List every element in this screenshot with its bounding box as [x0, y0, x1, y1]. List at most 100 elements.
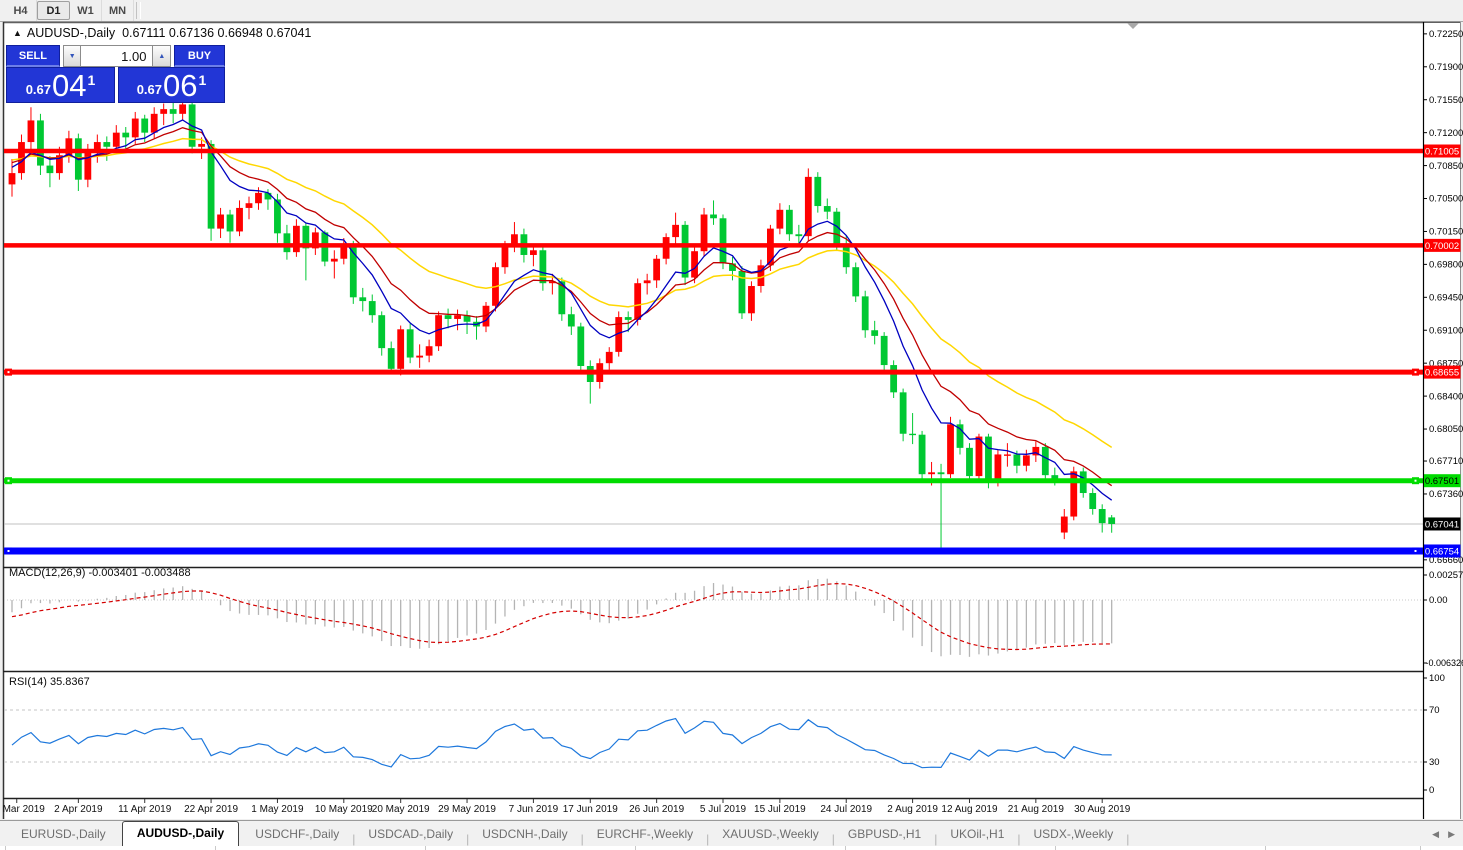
candle-body	[530, 250, 537, 255]
price-label-0.66754: 0.66754	[1424, 544, 1461, 557]
candle-body	[985, 437, 992, 482]
volume-increase-button[interactable]: ▲	[152, 45, 171, 67]
candle-body	[236, 208, 243, 232]
date-label: 22 Apr 2019	[184, 804, 238, 815]
mt4-terminal: H4D1W1MN 0.722500.719000.715500.712000.7…	[0, 0, 1463, 850]
chart-tab-usdx-weekly[interactable]: USDX-,Weekly	[1021, 823, 1127, 846]
buy-button[interactable]: BUY	[174, 45, 225, 67]
axis-tick-label: 0.71550	[1429, 95, 1463, 106]
buy-price-panel[interactable]: 0.67 06 1	[118, 67, 225, 103]
sell-price-prefix: 0.67	[26, 82, 51, 97]
candle-body	[103, 142, 110, 147]
chart-tab-bar: EURUSD-,Daily|AUDUSD-,Daily|USDCHF-,Dail…	[0, 820, 1463, 846]
axis-tick-label: 0	[1429, 785, 1434, 796]
date-label: 10 May 2019	[315, 804, 373, 815]
candle-body	[644, 280, 651, 283]
axis-tick-label: 0.71900	[1429, 62, 1463, 73]
candle-body	[653, 259, 660, 281]
candle-body	[160, 109, 167, 114]
chart-tab-usdchf-daily[interactable]: USDCHF-,Daily	[242, 823, 352, 846]
volume-decrease-button[interactable]: ▼	[63, 45, 82, 67]
macd-indicator-label: MACD(12,26,9) -0.003401 -0.003488	[9, 567, 191, 579]
axis-tick-label: 30	[1429, 757, 1440, 768]
candle-body	[995, 454, 1002, 481]
candle-body	[37, 120, 44, 165]
candle-body	[625, 317, 632, 320]
candle-body	[1061, 517, 1068, 533]
axis-tick-label: 0.71200	[1429, 128, 1463, 139]
candle-body	[170, 109, 177, 114]
arrow-down-icon: ▼	[69, 53, 76, 60]
price-label-0.68655: 0.68655	[1424, 366, 1461, 379]
chart-tab-usdcad-daily[interactable]: USDCAD-,Daily	[355, 823, 466, 846]
tab-scroll-right-icon[interactable]: ▶	[1448, 829, 1455, 840]
axis-tick-label: 0.002574	[1429, 570, 1463, 581]
candle-body	[416, 356, 423, 358]
date-label: 2 Aug 2019	[887, 804, 938, 815]
tab-scroll-left-icon[interactable]: ◀	[1432, 829, 1439, 840]
candle-body	[454, 315, 461, 319]
date-label: 2 Apr 2019	[54, 804, 103, 815]
date-label: 1 May 2019	[251, 804, 304, 815]
axis-tick-label: 0.00	[1429, 595, 1448, 606]
price-label-0.67501: 0.67501	[1424, 474, 1461, 487]
candle-body	[890, 365, 897, 392]
candle-body	[407, 329, 414, 357]
candle-body	[634, 283, 641, 320]
chart-tab-eurchf-weekly[interactable]: EURCHF-,Weekly	[584, 823, 706, 846]
candle-body	[132, 119, 139, 138]
axis-tick-label: 0.67710	[1429, 456, 1463, 467]
date-label: 17 Jun 2019	[563, 804, 618, 815]
svg-text:0.67501: 0.67501	[1425, 476, 1459, 487]
candle-body	[198, 144, 205, 147]
candle-body	[1099, 509, 1106, 523]
chart-tab-xauusd-weekly[interactable]: XAUUSD-,Weekly	[709, 823, 831, 846]
candle-body	[976, 437, 983, 477]
horizontal-line-0.66754[interactable]	[4, 547, 1423, 554]
axis-tick-label: 0.69450	[1429, 293, 1463, 304]
candle-body	[284, 233, 291, 252]
axis-tick-label: -0.006326	[1426, 658, 1463, 668]
candle-body	[151, 114, 158, 133]
candle-body	[710, 215, 717, 219]
tab-separator: |	[1126, 832, 1129, 846]
candle-body	[255, 193, 262, 203]
sell-price-panel[interactable]: 0.67 04 1	[6, 67, 115, 103]
candle-body	[28, 120, 35, 142]
price-label-0.71005: 0.71005	[1424, 145, 1461, 158]
rsi-indicator-label: RSI(14) 35.8367	[9, 676, 90, 688]
date-label: 11 Apr 2019	[118, 804, 172, 815]
date-label: 30 Aug 2019	[1074, 804, 1131, 815]
candle-body	[1070, 471, 1077, 516]
candle-body	[909, 434, 916, 435]
horizontal-line-0.68655[interactable]	[4, 369, 1423, 376]
collapse-triangle-icon[interactable]: ▲	[13, 28, 22, 38]
sell-price-pip: 1	[88, 72, 96, 88]
chart-tab-audusd-daily[interactable]: AUDUSD-,Daily	[122, 821, 239, 846]
chart-tab-gbpusd-h1[interactable]: GBPUSD-,H1	[835, 823, 934, 846]
horizontal-line-0.67501[interactable]	[4, 477, 1423, 484]
chart-background	[3, 22, 1460, 819]
date-label: 15 Jul 2019	[754, 804, 806, 815]
candle-body	[359, 297, 366, 301]
svg-text:0.67041: 0.67041	[1425, 519, 1459, 530]
axis-tick-label: 0.70150	[1429, 227, 1463, 238]
candle-body	[9, 173, 16, 184]
date-label: 29 May 2019	[438, 804, 496, 815]
candle-body	[265, 193, 272, 200]
volume-input[interactable]	[81, 45, 152, 67]
candle-body	[672, 225, 679, 237]
chart-tab-eurusd-daily[interactable]: EURUSD-,Daily	[8, 823, 119, 846]
terminal-edge-strip	[0, 846, 1463, 850]
chart-ohlc-values: 0.67111 0.67136 0.66948 0.67041	[122, 26, 311, 40]
price-axis-background	[1424, 23, 1460, 818]
chart-tab-usdcnh-daily[interactable]: USDCNH-,Daily	[469, 823, 580, 846]
chart-title: ▲AUDUSD-,Daily 0.67111 0.67136 0.66948 0…	[13, 26, 311, 40]
candle-body	[217, 215, 224, 229]
candle-body	[84, 151, 91, 179]
candle-body	[179, 104, 186, 113]
candle-body	[502, 246, 509, 268]
chart-tab-ukoil-h1[interactable]: UKOil-,H1	[937, 823, 1017, 846]
svg-text:0.68655: 0.68655	[1425, 368, 1459, 379]
sell-button[interactable]: SELL	[6, 45, 60, 67]
